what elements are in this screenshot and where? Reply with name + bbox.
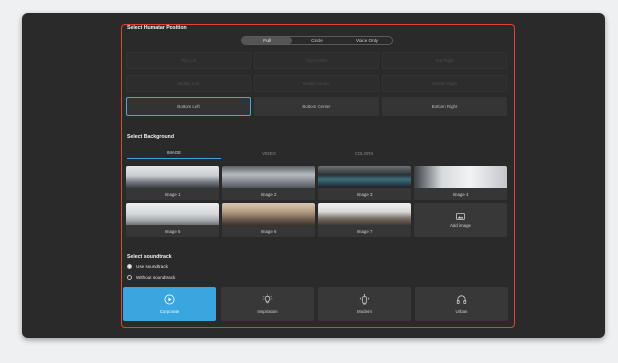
- radio-without-soundtrack[interactable]: Without soundtrack: [127, 275, 175, 280]
- position-section-title: Select Humatar Position: [127, 25, 187, 31]
- tab-colors[interactable]: COLORS: [317, 147, 411, 159]
- soundtrack-section-title: Select soundtrack: [127, 254, 172, 260]
- add-image-label: Add image: [450, 222, 471, 228]
- position-middle-center[interactable]: Middle Center: [254, 75, 379, 92]
- position-top-left[interactable]: Top Left: [126, 52, 251, 69]
- play-circle-icon: [164, 294, 175, 305]
- track-label: Modern: [357, 309, 372, 314]
- radio-label: Use soundtrack: [136, 264, 168, 269]
- office-photo: [222, 203, 315, 225]
- image-icon: [456, 212, 465, 220]
- modern-icon: [359, 294, 370, 305]
- position-middle-right[interactable]: Middle Right: [382, 75, 507, 92]
- position-bottom-center[interactable]: Bottom Center: [254, 97, 379, 116]
- background-image-4[interactable]: Image 4: [414, 166, 507, 200]
- office-photo: [414, 166, 507, 188]
- office-photo: [318, 203, 411, 225]
- position-top-center[interactable]: Top Center: [254, 52, 379, 69]
- mode-voice-only[interactable]: Voice Only: [342, 37, 392, 44]
- background-section-title: Select Background: [127, 134, 174, 140]
- office-photo: [126, 203, 219, 225]
- image-label: Image 6: [222, 225, 315, 237]
- radio-dot: [127, 275, 132, 280]
- background-image-1[interactable]: Image 1: [126, 166, 219, 200]
- image-label: Image 3: [318, 188, 411, 200]
- background-image-6[interactable]: Image 6: [222, 203, 315, 237]
- image-label: Image 7: [318, 225, 411, 237]
- image-label: Image 5: [126, 225, 219, 237]
- office-photo: [126, 166, 219, 188]
- background-image-2[interactable]: Image 2: [222, 166, 315, 200]
- background-image-3[interactable]: Image 3: [318, 166, 411, 200]
- headphones-icon: [456, 295, 467, 304]
- track-urban[interactable]: Urban: [415, 287, 508, 321]
- position-middle-left[interactable]: Middle Left: [126, 75, 251, 92]
- position-bottom-left[interactable]: Bottom Left: [126, 97, 251, 116]
- display-mode-toggle: Full Circle Voice Only: [241, 36, 393, 45]
- radio-use-soundtrack[interactable]: Use soundtrack: [127, 264, 168, 269]
- add-image-button[interactable]: Add image: [414, 203, 507, 237]
- background-image-5[interactable]: Image 5: [126, 203, 219, 237]
- image-label: Image 1: [126, 188, 219, 200]
- background-image-7[interactable]: Image 7: [318, 203, 411, 237]
- track-label: Urban: [455, 309, 468, 314]
- radio-dot: [127, 264, 132, 269]
- tab-video[interactable]: VIDEO: [222, 147, 316, 159]
- settings-panel: Select Humatar Position Full Circle Voic…: [121, 24, 515, 328]
- mode-full[interactable]: Full: [242, 37, 292, 44]
- position-bottom-right[interactable]: Bottom Right: [382, 97, 507, 116]
- track-label: Corporate: [159, 309, 180, 314]
- mode-circle[interactable]: Circle: [292, 37, 342, 44]
- office-photo: [222, 166, 315, 188]
- tab-image[interactable]: IMAGE: [127, 147, 221, 159]
- track-inspiration[interactable]: Inspiration: [221, 287, 314, 321]
- image-label: Image 4: [414, 188, 507, 200]
- position-top-right[interactable]: Top Right: [382, 52, 507, 69]
- lightbulb-icon: [262, 294, 273, 304]
- radio-label: Without soundtrack: [136, 275, 176, 280]
- image-label: Image 2: [222, 188, 315, 200]
- track-modern[interactable]: Modern: [318, 287, 411, 321]
- track-corporate[interactable]: Corporate: [123, 287, 216, 321]
- track-label: Inspiration: [257, 309, 278, 314]
- office-photo: [318, 166, 411, 188]
